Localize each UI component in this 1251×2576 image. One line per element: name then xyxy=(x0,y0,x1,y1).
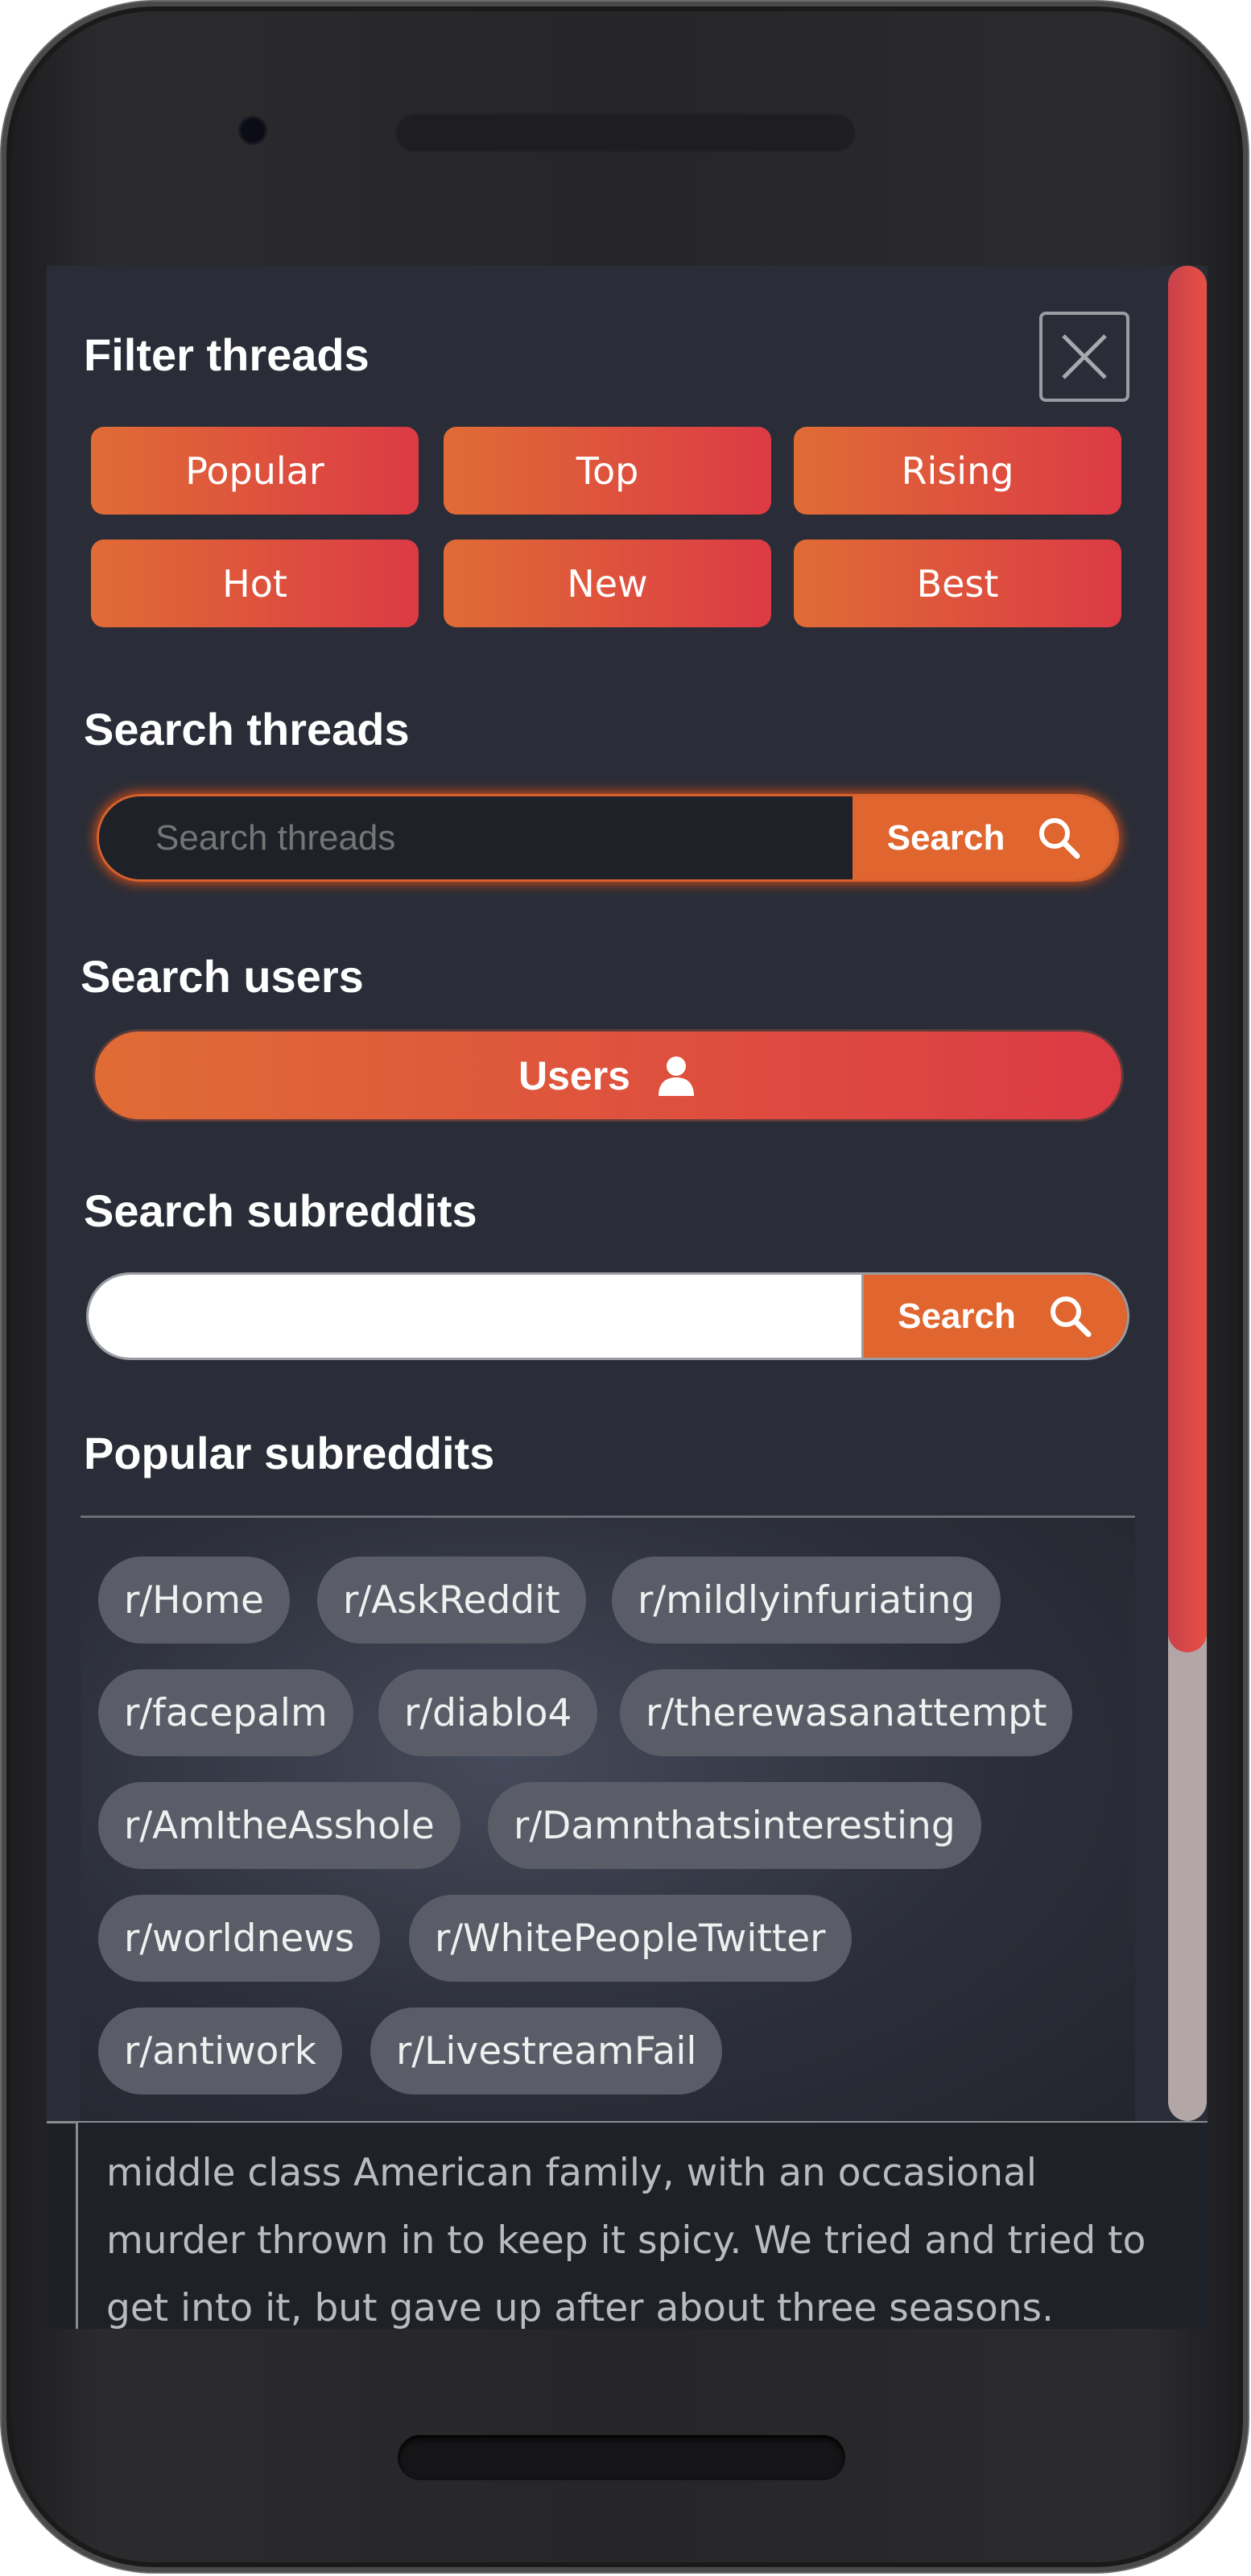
thread-search-bar: Search xyxy=(97,794,1119,882)
subreddit-tag[interactable]: r/WhitePeopleTwitter xyxy=(409,1895,852,1982)
background-post-text: middle class American family, with an oc… xyxy=(106,2140,1208,2329)
subreddit-tag[interactable]: r/therewasanattempt xyxy=(620,1669,1073,1756)
post-text-line: get into it, but gave up after about thr… xyxy=(106,2286,1054,2329)
earpiece-speaker xyxy=(396,114,855,151)
search-subreddits-title: Search subreddits xyxy=(84,1185,477,1236)
search-threads-input[interactable] xyxy=(99,796,853,879)
filter-popular-button[interactable]: Popular xyxy=(91,427,419,515)
subreddit-tag[interactable]: r/Home xyxy=(98,1557,290,1644)
search-users-title: Search users xyxy=(81,951,364,1002)
subreddit-tag[interactable]: r/mildlyinfuriating xyxy=(612,1557,1001,1644)
search-threads-button[interactable]: Search xyxy=(853,796,1117,879)
user-icon xyxy=(659,1056,694,1096)
close-button[interactable] xyxy=(1039,312,1129,402)
filter-hot-button[interactable]: Hot xyxy=(91,540,419,627)
subreddit-tag[interactable]: r/worldnews xyxy=(98,1895,381,1982)
search-icon xyxy=(1039,817,1080,858)
scrollbar-thumb[interactable] xyxy=(1168,266,1207,1652)
post-text-line: middle class American family, with an oc… xyxy=(106,2151,1037,2195)
subreddit-tag[interactable]: r/AskReddit xyxy=(317,1557,586,1644)
screen: Filter threads Popular Top Rising Hot Ne… xyxy=(47,266,1208,2329)
subreddit-tag[interactable]: r/diablo4 xyxy=(378,1669,598,1756)
subreddit-tag[interactable]: r/antiwork xyxy=(98,2007,342,2094)
subreddit-tag[interactable]: r/LivestreamFail xyxy=(370,2007,723,2094)
filter-rising-button[interactable]: Rising xyxy=(794,427,1121,515)
search-subreddits-button[interactable]: Search xyxy=(861,1275,1127,1358)
users-button[interactable]: Users xyxy=(95,1032,1121,1119)
phone-frame: Filter threads Popular Top Rising Hot Ne… xyxy=(2,2,1248,2572)
popular-subreddits-title: Popular subreddits xyxy=(84,1428,495,1478)
subreddit-search-bar: Search xyxy=(86,1272,1129,1360)
users-button-label: Users xyxy=(518,1052,630,1098)
front-camera xyxy=(241,118,265,143)
search-icon xyxy=(1050,1296,1092,1337)
popular-subreddits-list: r/Home r/AskReddit r/mildlyinfuriating r… xyxy=(81,1515,1135,2125)
filter-panel: Filter threads Popular Top Rising Hot Ne… xyxy=(47,266,1208,2125)
subreddit-tag[interactable]: r/AmItheAsshole xyxy=(98,1782,460,1869)
post-text-line: murder thrown in to keep it spicy. We tr… xyxy=(106,2218,1146,2263)
bottom-speaker xyxy=(398,2435,845,2480)
search-subreddits-input[interactable] xyxy=(89,1275,861,1358)
filter-threads-title: Filter threads xyxy=(84,329,370,380)
filter-top-button[interactable]: Top xyxy=(444,427,771,515)
close-icon xyxy=(1062,334,1107,379)
filter-new-button[interactable]: New xyxy=(444,540,771,627)
filter-best-button[interactable]: Best xyxy=(794,540,1121,627)
search-button-label: Search xyxy=(886,817,1005,858)
search-button-label: Search xyxy=(898,1296,1016,1336)
search-threads-title: Search threads xyxy=(84,704,410,755)
subreddit-tag[interactable]: r/facepalm xyxy=(98,1669,353,1756)
subreddit-tag[interactable]: r/Damnthatsinteresting xyxy=(488,1782,981,1869)
